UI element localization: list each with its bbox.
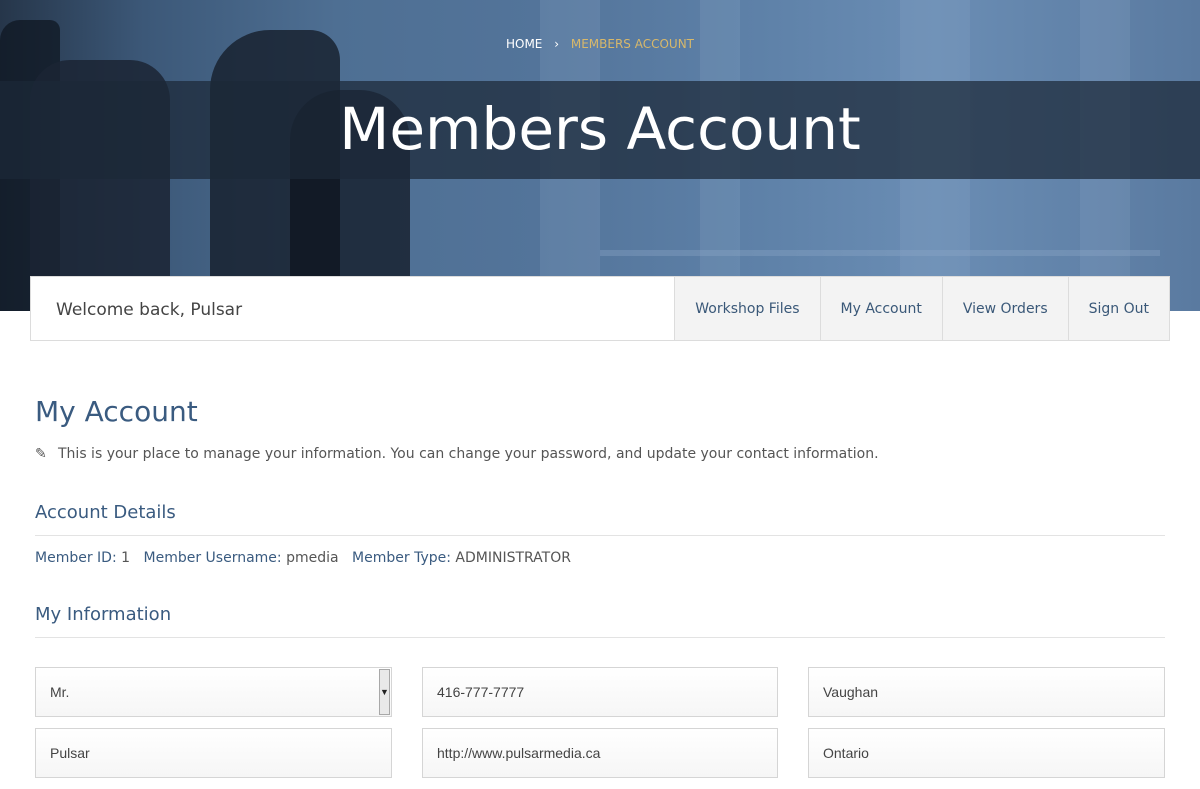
member-username-label: Member Username: (143, 550, 282, 566)
main-content: My Account ✎ This is your place to manag… (35, 395, 1165, 638)
account-heading: My Account (35, 395, 198, 428)
sign-out-button[interactable]: Sign Out (1067, 277, 1169, 340)
member-bar: Welcome back, Pulsar Workshop Files My A… (30, 276, 1170, 341)
city-field[interactable]: Vaughan (808, 667, 1165, 717)
website-field[interactable]: http://www.pulsarmedia.ca (422, 728, 778, 778)
account-details-heading: Account Details (35, 502, 1165, 536)
my-account-button[interactable]: My Account (819, 277, 942, 340)
account-details: Member ID: 1 Member Username: pmedia Mem… (35, 550, 1165, 566)
province-value: Ontario (823, 745, 869, 761)
first-name-field[interactable]: Pulsar (35, 728, 392, 778)
member-nav: Workshop Files My Account View Orders Si… (674, 277, 1169, 340)
salutation-value: Mr. (50, 684, 70, 700)
breadcrumb-current: MEMBERS ACCOUNT (570, 37, 695, 51)
view-orders-button[interactable]: View Orders (941, 277, 1068, 340)
workshop-files-button[interactable]: Workshop Files (674, 277, 820, 340)
website-value: http://www.pulsarmedia.ca (437, 745, 601, 761)
hero-photo-window (600, 250, 1160, 256)
my-information-heading: My Information (35, 604, 1165, 638)
phone-value: 416-777-7777 (437, 684, 525, 700)
intro-text: ✎ This is your place to manage your info… (35, 446, 1165, 462)
page-title: Members Account (339, 95, 861, 163)
salutation-select[interactable]: Mr. ▼ (35, 667, 392, 717)
phone-field[interactable]: 416-777-7777 (422, 667, 778, 717)
member-type-label: Member Type: (352, 550, 451, 566)
city-value: Vaughan (823, 684, 879, 700)
first-name-value: Pulsar (50, 745, 90, 761)
member-type-value: ADMINISTRATOR (455, 550, 571, 566)
chevron-down-icon[interactable]: ▼ (379, 669, 390, 715)
member-id-label: Member ID: (35, 550, 117, 566)
pencil-icon: ✎ (35, 446, 47, 462)
member-username-value: pmedia (286, 550, 339, 566)
breadcrumb-home-link[interactable]: HOME (506, 37, 542, 51)
breadcrumb: HOME › MEMBERS ACCOUNT (0, 37, 1200, 51)
member-id-value: 1 (121, 550, 131, 566)
province-field[interactable]: Ontario (808, 728, 1165, 778)
hero-banner: HOME › MEMBERS ACCOUNT Members Account (0, 0, 1200, 311)
breadcrumb-separator-icon: › (554, 37, 560, 51)
intro-text-body: This is your place to manage your inform… (58, 446, 879, 462)
welcome-message: Welcome back, Pulsar (56, 300, 243, 320)
my-information-form: Mr. ▼ 416-777-7777 Vaughan Pulsar http:/… (35, 667, 1165, 778)
